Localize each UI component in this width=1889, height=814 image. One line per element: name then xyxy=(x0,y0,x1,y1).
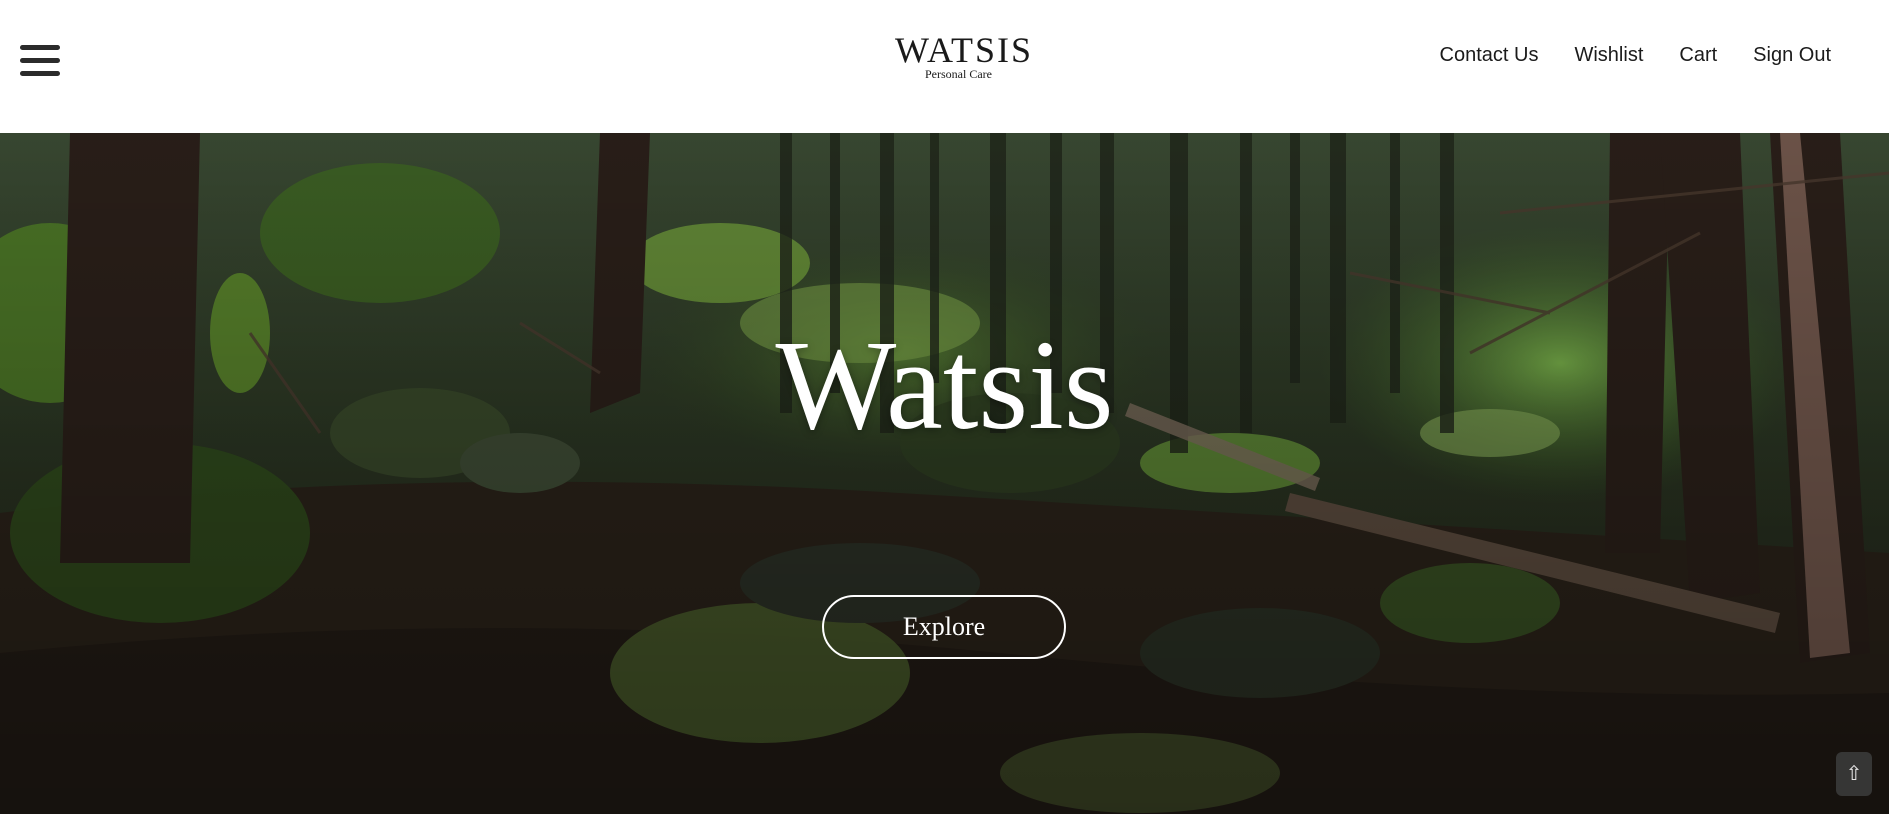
up-arrow-icon[interactable]: ⇧ xyxy=(1836,752,1872,796)
hero-section: Watsis Explore xyxy=(0,133,1889,814)
site-header: WATSIS Personal Care Contact Us Wishlist… xyxy=(0,0,1889,133)
nav-cart[interactable]: Cart xyxy=(1679,44,1717,67)
logo-wordmark: WATSIS xyxy=(895,30,1034,70)
forest-background-image xyxy=(0,133,1889,814)
hamburger-line xyxy=(20,45,60,50)
nav-wishlist[interactable]: Wishlist xyxy=(1574,44,1643,67)
explore-button[interactable]: Explore xyxy=(822,595,1066,659)
hamburger-menu-icon[interactable] xyxy=(20,45,60,77)
nav-sign-out[interactable]: Sign Out xyxy=(1753,44,1831,67)
hamburger-line xyxy=(20,71,60,76)
hero-title: Watsis xyxy=(775,314,1114,456)
top-nav: Contact Us Wishlist Cart Sign Out xyxy=(1440,44,1831,67)
hamburger-line xyxy=(20,58,60,63)
nav-contact-us[interactable]: Contact Us xyxy=(1440,44,1539,67)
site-logo[interactable]: WATSIS Personal Care xyxy=(895,30,1034,90)
